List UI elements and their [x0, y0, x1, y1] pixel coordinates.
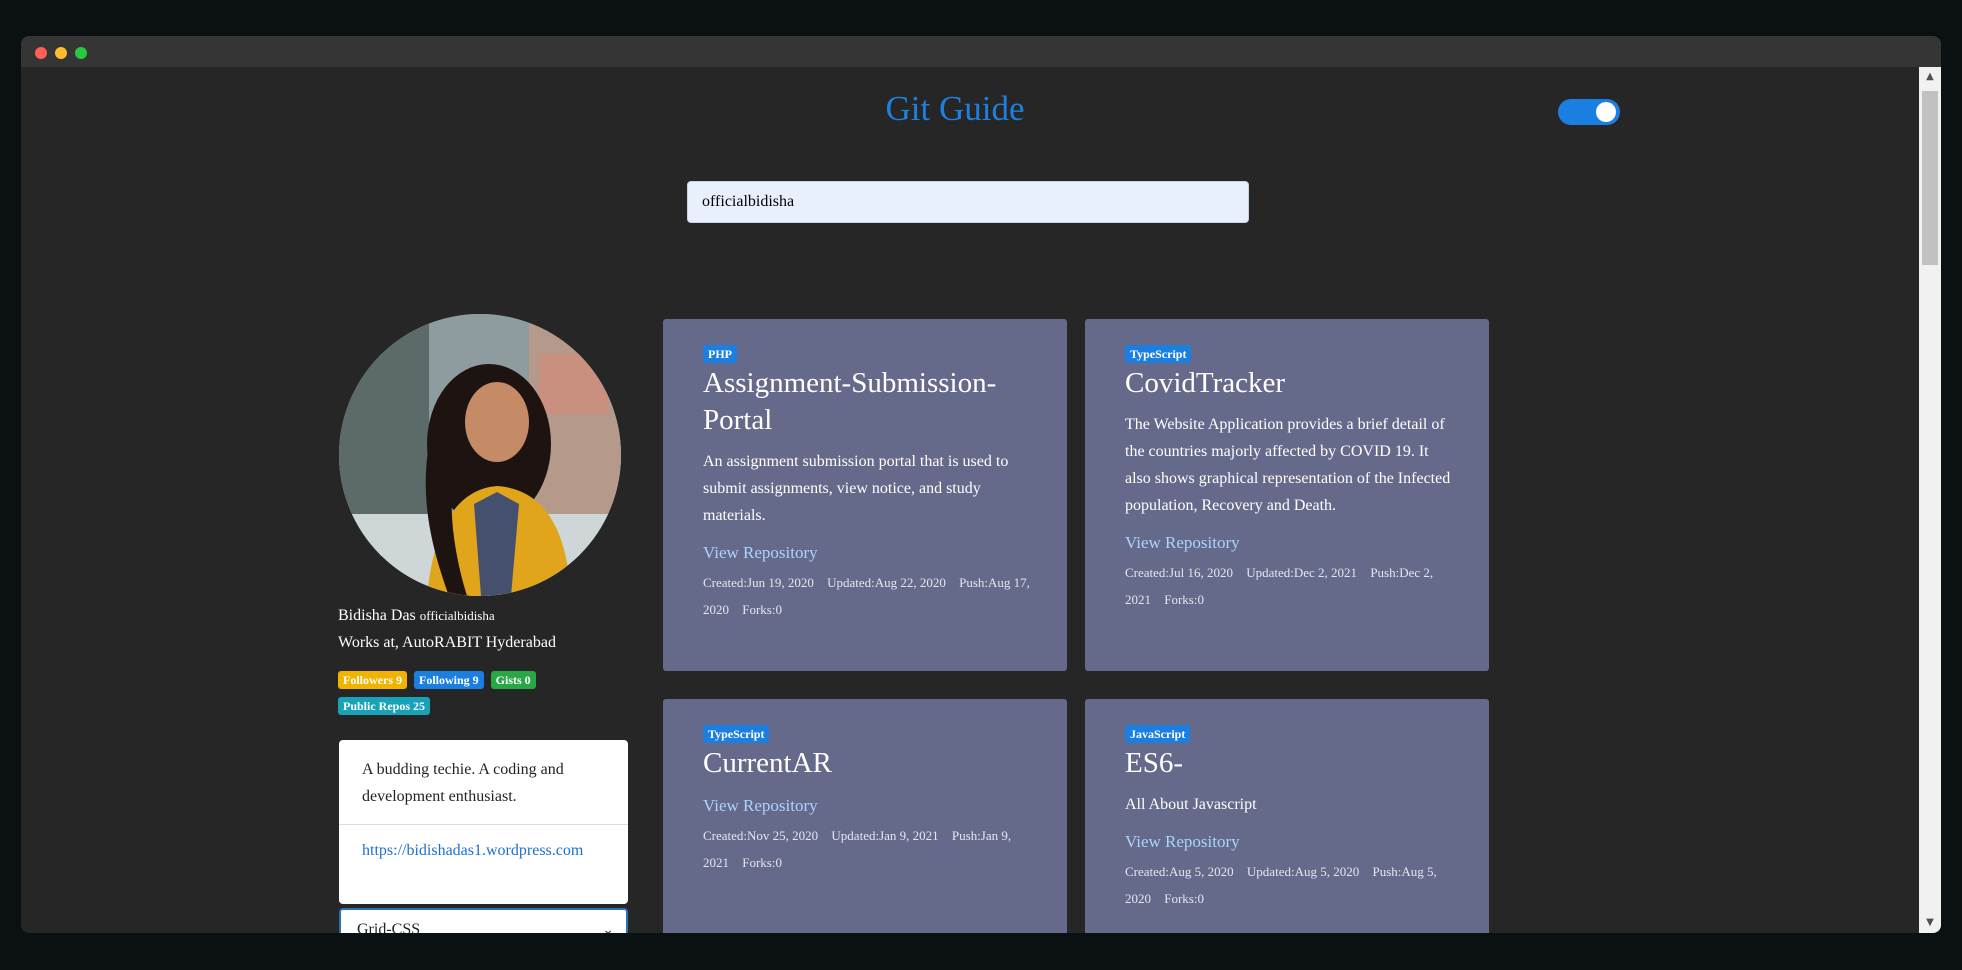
repo-name: CovidTracker	[1125, 367, 1286, 399]
blog-link[interactable]: https://bidishadas1.wordpress.com	[339, 825, 628, 864]
language-badge: JavaScript	[1125, 725, 1191, 743]
repo-forks: Forks:0	[742, 602, 782, 617]
repo-card: TypeScript CurrentAR View Repository Cre…	[663, 699, 1067, 933]
repo-description: The Website Application provides a brief…	[1125, 416, 1451, 514]
gists-badge: Gists 0	[490, 671, 536, 689]
followers-badge: Followers 9	[338, 671, 407, 689]
repo-name: ES6-	[1125, 747, 1183, 779]
repo-updated: Updated:Dec 2, 2021	[1246, 565, 1358, 580]
repo-created: Created:Nov 25, 2020	[703, 828, 819, 843]
repo-card: JavaScript ES6- All About Javascript Vie…	[1085, 699, 1489, 933]
repo-updated: Updated:Aug 5, 2020	[1246, 864, 1360, 879]
window-titlebar	[21, 36, 1941, 67]
layout-select-value: Grid-CSS	[357, 921, 421, 933]
profile-badges: Followers 9 Following 9 Gists 0 Public Rep…	[338, 671, 578, 723]
following-badge: Following 9	[414, 671, 484, 689]
minimize-window-button[interactable]	[55, 47, 67, 59]
chevron-down-icon: ⌄	[602, 922, 614, 933]
language-badge: PHP	[703, 345, 737, 363]
theme-toggle[interactable]	[1558, 99, 1620, 125]
repo-name: CurrentAR	[703, 747, 832, 779]
repo-description: An assignment submission portal that is …	[703, 453, 1009, 524]
bio-card: A budding techie. A coding and developme…	[339, 740, 628, 904]
profile-work: Works at, AutoRABIT Hyderabad	[338, 634, 556, 651]
repo-forks: Forks:0	[742, 855, 782, 870]
repo-card: TypeScript CovidTracker The Website Appl…	[1085, 319, 1489, 671]
profile-name-line: Bidisha Das officialbidisha	[338, 607, 495, 625]
repo-name: Assignment-Submission-Portal	[703, 367, 997, 436]
maximize-window-button[interactable]	[75, 47, 87, 59]
repo-meta: Created:Jul 16, 2020 Updated:Dec 2, 2021…	[1125, 559, 1457, 613]
language-badge: TypeScript	[703, 725, 770, 743]
browser-window: Git Guide Bidisha Das officialbidisha	[21, 36, 1941, 933]
view-repository-link[interactable]: View Repository	[1125, 532, 1457, 554]
avatar	[339, 314, 621, 596]
language-badge: TypeScript	[1125, 345, 1192, 363]
view-repository-link[interactable]: View Repository	[1125, 831, 1457, 853]
scroll-down-arrow-icon[interactable]: ▼	[1919, 913, 1941, 933]
view-repository-link[interactable]: View Repository	[703, 795, 1035, 817]
repo-created: Created:Jul 16, 2020	[1125, 565, 1233, 580]
app-title: Git Guide	[885, 89, 1025, 128]
repo-meta: Created:Aug 5, 2020 Updated:Aug 5, 2020 …	[1125, 858, 1457, 912]
repo-meta: Created:Jun 19, 2020 Updated:Aug 22, 202…	[703, 569, 1035, 623]
repo-card: PHP Assignment-Submission-Portal An assi…	[663, 319, 1067, 671]
repo-updated: Updated:Aug 22, 2020	[827, 575, 946, 590]
view-repository-link[interactable]: View Repository	[703, 542, 1035, 564]
bio-text: A budding techie. A coding and developme…	[339, 740, 628, 825]
profile-login: officialbidisha	[419, 608, 495, 623]
repo-created: Created:Jun 19, 2020	[703, 575, 814, 590]
repo-forks: Forks:0	[1164, 592, 1204, 607]
public-repos-badge: Public Repos 25	[338, 697, 431, 715]
page-content: Git Guide Bidisha Das officialbidisha	[21, 67, 1919, 933]
repo-updated: Updated:Jan 9, 2021	[831, 828, 939, 843]
username-search-input[interactable]	[687, 181, 1249, 223]
repo-description: All About Javascript	[1125, 796, 1257, 813]
repo-forks: Forks:0	[1164, 891, 1204, 906]
layout-select[interactable]: Grid-CSS ⌄	[339, 908, 628, 933]
profile-name: Bidisha Das	[338, 607, 416, 624]
scroll-up-arrow-icon[interactable]: ▲	[1919, 67, 1941, 87]
page-scrollbar[interactable]: ▲ ▼	[1919, 67, 1941, 933]
repo-meta: Created:Nov 25, 2020 Updated:Jan 9, 2021…	[703, 822, 1035, 876]
scroll-thumb[interactable]	[1922, 91, 1938, 265]
avatar-photo	[339, 314, 621, 596]
close-window-button[interactable]	[35, 47, 47, 59]
repo-created: Created:Aug 5, 2020	[1125, 864, 1234, 879]
toggle-knob	[1596, 102, 1616, 122]
